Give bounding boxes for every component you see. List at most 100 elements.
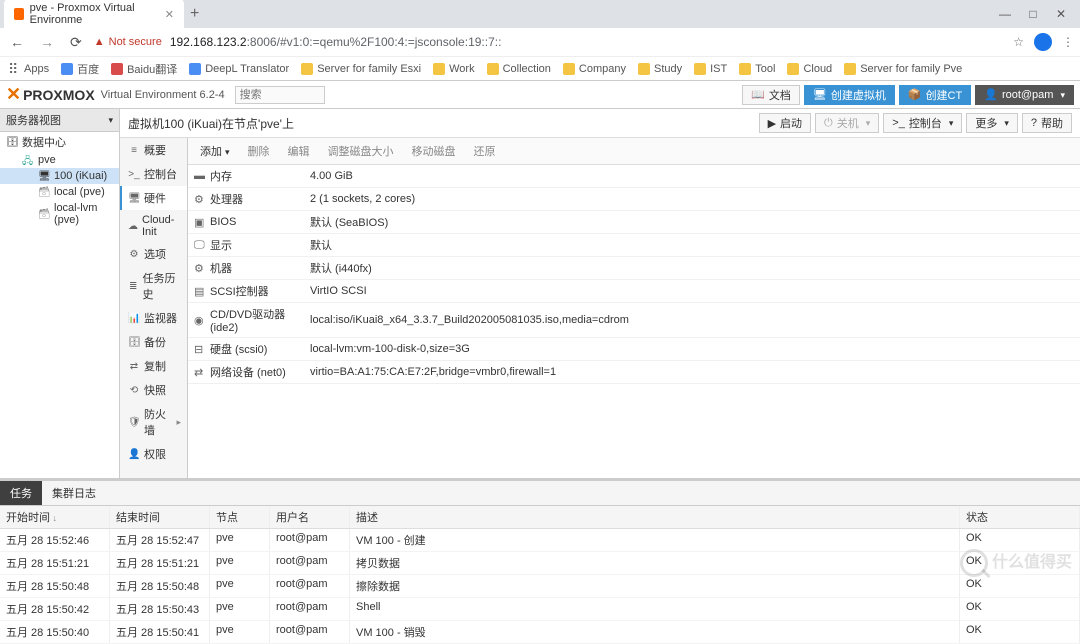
add-button[interactable]: 添加 [192, 141, 238, 161]
nav-reload[interactable]: ⟳ [66, 34, 86, 51]
sidenav-item[interactable]: 📊监视器 [120, 306, 187, 330]
folder-icon [61, 63, 73, 75]
nav-forward[interactable]: → [36, 34, 58, 50]
tab-cluster-log[interactable]: 集群日志 [42, 481, 106, 505]
hardware-row[interactable]: ▤SCSI控制器VirtIO SCSI [188, 280, 1080, 303]
bookmark-item[interactable]: Server for family Pve [844, 63, 962, 75]
log-column-headers: 开始时间 结束时间 节点 用户名 描述 状态 [0, 506, 1080, 529]
bookmark-item[interactable]: Baidu翻译 [111, 61, 177, 77]
nav-back[interactable]: ← [6, 34, 28, 50]
sidenav-item[interactable]: 🗄备份 [120, 330, 187, 354]
not-secure-indicator[interactable]: ▲ Not secure [94, 36, 162, 48]
bookmark-item[interactable]: Server for family Esxi [301, 63, 421, 75]
hardware-row[interactable]: ▬内存4.00 GiB [188, 165, 1080, 188]
nav-icon: ≡ [128, 145, 140, 156]
sidenav-item[interactable]: ⇄复制 [120, 354, 187, 378]
col-user[interactable]: 用户名 [270, 506, 350, 528]
search-input[interactable] [235, 86, 325, 104]
bookmark-item[interactable]: Study [638, 63, 682, 75]
hardware-row[interactable]: ◉CD/DVD驱动器 (ide2)local:iso/iKuai8_x64_3.… [188, 303, 1080, 338]
bookmark-item[interactable]: Tool [739, 63, 775, 75]
new-tab-button[interactable]: + [190, 5, 199, 23]
tree-datacenter[interactable]: 数据中心 [0, 132, 119, 152]
bookmark-item[interactable]: Apps [8, 63, 49, 75]
hardware-row[interactable]: ⚙处理器2 (1 sockets, 2 cores) [188, 188, 1080, 211]
docs-button[interactable]: 📖文档 [742, 85, 800, 105]
hw-icon: ▣ [194, 216, 210, 229]
bookmark-item[interactable]: DeepL Translator [189, 63, 289, 75]
hardware-toolbar: 添加 删除 编辑 调整磁盘大小 移动磁盘 还原 [188, 138, 1080, 165]
folder-icon [433, 63, 445, 75]
hw-icon: ⚙ [194, 193, 210, 206]
sidenav-item[interactable]: ⟲快照 [120, 378, 187, 402]
tree-storage-local[interactable]: local (pve) [0, 184, 119, 200]
nav-icon: 🖥 [128, 193, 140, 204]
hw-icon: ⊟ [194, 343, 210, 356]
server-view-header[interactable]: 服务器视图 ▾ [0, 109, 119, 132]
node-icon [22, 154, 34, 166]
task-row[interactable]: 五月 28 15:50:42五月 28 15:50:43pveroot@pamS… [0, 598, 1080, 621]
window-close[interactable]: ✕ [1054, 7, 1068, 21]
sidenav-item[interactable]: 🖥硬件 [120, 186, 187, 210]
sidenav-item[interactable]: >_控制台 [120, 162, 187, 186]
col-status[interactable]: 状态 [960, 506, 1080, 528]
vm-icon [38, 170, 50, 182]
remove-button[interactable]: 删除 [240, 141, 278, 161]
vm-title-bar: 虚拟机100 (iKuai)在节点'pve'上 ▶启动 ⏻关机 >_控制台 更多… [120, 109, 1080, 138]
url-field[interactable]: 192.168.123.2:8006/#v1:0:=qemu%2F100:4:=… [170, 35, 1005, 49]
sidenav-item[interactable]: ☁Cloud-Init [120, 210, 187, 242]
create-vm-button[interactable]: 🖥创建虚拟机 [804, 85, 895, 105]
sidenav-item[interactable]: ≣任务历史 [120, 266, 187, 306]
tab-tasks[interactable]: 任务 [0, 481, 42, 505]
window-minimize[interactable]: — [998, 7, 1012, 21]
hardware-row[interactable]: ⚙机器默认 (i440fx) [188, 257, 1080, 280]
bookmark-item[interactable]: Collection [487, 63, 551, 75]
bookmark-item[interactable]: Company [563, 63, 626, 75]
edit-button[interactable]: 编辑 [280, 141, 318, 161]
proxmox-logo[interactable]: PROXMOX [6, 84, 95, 105]
tree-storage-locallvm[interactable]: local-lvm (pve) [0, 200, 119, 228]
task-row[interactable]: 五月 28 15:50:48五月 28 15:50:48pveroot@pam擦… [0, 575, 1080, 598]
window-maximize[interactable]: □ [1026, 7, 1040, 21]
browser-menu-icon[interactable]: ⋮ [1062, 35, 1074, 49]
col-start-time[interactable]: 开始时间 [0, 506, 110, 528]
folder-icon [111, 63, 123, 75]
bookmark-item[interactable]: Work [433, 63, 474, 75]
hardware-row[interactable]: ▣BIOS默认 (SeaBIOS) [188, 211, 1080, 234]
resize-disk-button[interactable]: 调整磁盘大小 [320, 141, 402, 161]
hardware-row[interactable]: ⇄网络设备 (net0)virtio=BA:A1:75:CA:E7:2F,bri… [188, 361, 1080, 384]
bookmark-item[interactable]: IST [694, 63, 727, 75]
bookmark-star-icon[interactable]: ☆ [1013, 35, 1024, 49]
col-description[interactable]: 描述 [350, 506, 960, 528]
console-button[interactable]: >_控制台 [883, 113, 962, 133]
task-row[interactable]: 五月 28 15:52:46五月 28 15:52:47pveroot@pamV… [0, 529, 1080, 552]
create-ct-button[interactable]: 📦创建CT [899, 85, 971, 105]
shutdown-button[interactable]: ⏻关机 [815, 113, 879, 133]
bookmark-item[interactable]: 百度 [61, 61, 99, 77]
sidenav-item[interactable]: 🛡防火墙▸ [120, 402, 187, 442]
user-menu-button[interactable]: 👤root@pam [975, 85, 1074, 105]
col-end-time[interactable]: 结束时间 [110, 506, 210, 528]
sidenav-item[interactable]: 👤权限 [120, 442, 187, 466]
revert-button[interactable]: 还原 [466, 141, 504, 161]
tab-close-icon[interactable]: ✕ [165, 8, 174, 21]
browser-tab[interactable]: pve - Proxmox Virtual Environme ✕ [4, 0, 184, 30]
tab-title-text: pve - Proxmox Virtual Environme [30, 2, 159, 26]
nav-icon: ≣ [128, 281, 139, 292]
move-disk-button[interactable]: 移动磁盘 [404, 141, 464, 161]
help-button[interactable]: ?帮助 [1022, 113, 1072, 133]
start-button[interactable]: ▶启动 [759, 113, 811, 133]
bookmark-item[interactable]: Cloud [787, 63, 832, 75]
more-button[interactable]: 更多 [966, 113, 1018, 133]
chevron-down-icon: ▾ [108, 115, 113, 126]
col-node[interactable]: 节点 [210, 506, 270, 528]
task-row[interactable]: 五月 28 15:51:21五月 28 15:51:21pveroot@pam拷… [0, 552, 1080, 575]
sidenav-item[interactable]: ≡概要 [120, 138, 187, 162]
tree-vm-100[interactable]: 100 (iKuai) [0, 168, 119, 184]
tree-node-pve[interactable]: pve [0, 152, 119, 168]
sidenav-item[interactable]: ⚙选项 [120, 242, 187, 266]
hardware-row[interactable]: ⊟硬盘 (scsi0)local-lvm:vm-100-disk-0,size=… [188, 338, 1080, 361]
task-row[interactable]: 五月 28 15:50:40五月 28 15:50:41pveroot@pamV… [0, 621, 1080, 644]
profile-avatar[interactable] [1034, 33, 1052, 51]
hardware-row[interactable]: 🖵显示默认 [188, 234, 1080, 257]
